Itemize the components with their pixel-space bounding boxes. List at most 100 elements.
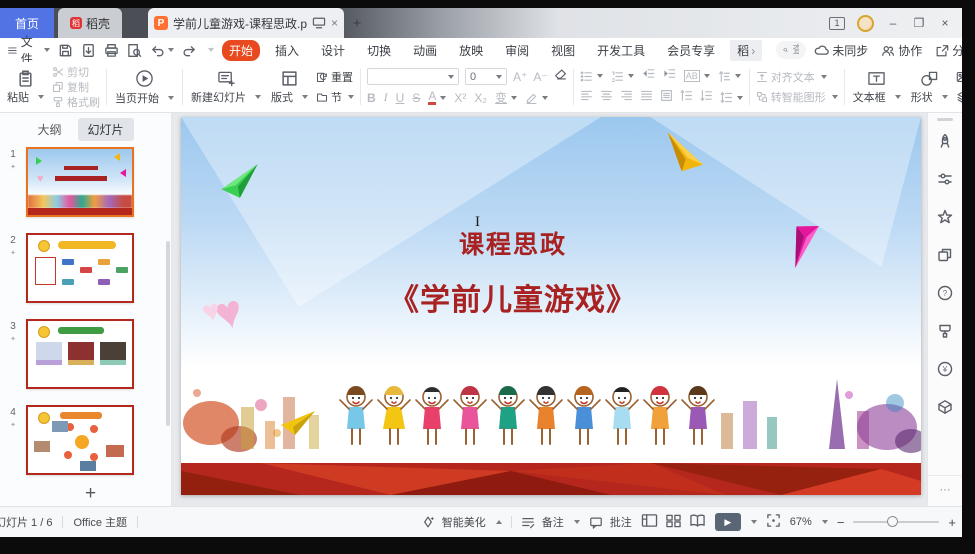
line-spacing-button[interactable] <box>720 91 743 104</box>
command-search-box[interactable] <box>776 41 806 59</box>
new-slide-button[interactable]: 新建幻灯片 <box>186 64 266 110</box>
align-left-button[interactable] <box>580 89 593 107</box>
current-slide[interactable]: ♥♥ 课程思政 《学前儿童游戏》 I <box>181 117 921 495</box>
increase-indent-button[interactable] <box>663 67 676 85</box>
slide-thumbnail-4[interactable] <box>26 405 134 475</box>
paint-tools-icon[interactable] <box>937 323 953 344</box>
zoom-out-button[interactable]: − <box>837 515 845 530</box>
export-pdf-button[interactable] <box>81 43 96 58</box>
restore-button[interactable]: ❐ <box>912 16 926 30</box>
font-size-select[interactable]: 0 <box>465 68 507 85</box>
text-box-button[interactable]: 文本框 <box>848 64 906 110</box>
section-button[interactable]: 节 <box>316 90 354 105</box>
spacing-up-button[interactable] <box>680 89 693 107</box>
align-right-button[interactable] <box>620 89 633 107</box>
redo-button[interactable] <box>182 44 197 57</box>
print-button[interactable] <box>104 43 119 58</box>
minimize-button[interactable]: – <box>886 16 900 30</box>
zoom-level-select[interactable]: 67% <box>790 516 828 528</box>
help-icon[interactable]: ? <box>937 285 953 306</box>
view-reading-icon[interactable] <box>689 513 706 531</box>
ribbon-tab-design[interactable]: 设计 <box>314 40 352 61</box>
decrease-indent-button[interactable] <box>642 67 655 85</box>
superscript-button[interactable]: X² <box>454 91 466 105</box>
clear-format-button[interactable] <box>554 68 567 86</box>
paste-button[interactable]: 粘贴 <box>2 64 49 110</box>
collaborate-button[interactable]: 协作 <box>881 42 922 59</box>
print-preview-button[interactable] <box>127 43 142 58</box>
slide-title-text[interactable]: 课程思政 <box>181 225 845 261</box>
reset-slide-button[interactable]: 重置 <box>316 69 354 84</box>
search-input[interactable] <box>792 44 799 56</box>
close-tab-icon[interactable]: × <box>331 16 338 30</box>
convert-smart-graphic-button[interactable]: 转智能图形 <box>756 90 838 105</box>
copy-button[interactable]: 复制 <box>52 80 100 95</box>
ribbon-tab-animation[interactable]: 动画 <box>406 40 444 61</box>
sort-text-button[interactable] <box>718 70 741 83</box>
play-from-current-button[interactable]: 当页开始 <box>110 64 179 110</box>
slide-thumbnail-3[interactable] <box>26 319 134 389</box>
ribbon-tab-review[interactable]: 审阅 <box>498 40 536 61</box>
properties-sliders-icon[interactable] <box>937 171 953 192</box>
slideshow-play-button[interactable]: ▶ <box>715 513 757 531</box>
slide-layout-button[interactable]: 版式 <box>266 64 313 110</box>
undo-button[interactable] <box>150 44 174 57</box>
numbered-list-button[interactable] <box>611 70 634 83</box>
char-format-button[interactable]: 变 <box>495 89 517 106</box>
share-button[interactable]: 分享 <box>935 42 962 59</box>
zoom-slider-knob[interactable] <box>887 516 898 527</box>
highlight-pen-button[interactable] <box>525 92 548 104</box>
ribbon-tab-member[interactable]: 会员专享 <box>660 40 722 61</box>
user-avatar[interactable] <box>857 15 874 32</box>
italic-button[interactable]: I <box>384 90 388 105</box>
ribbon-tab-view[interactable]: 视图 <box>544 40 582 61</box>
slide-subtitle-text[interactable]: 《学前儿童游戏》 <box>181 275 845 319</box>
toolbar-options-caret[interactable] <box>208 48 214 52</box>
notes-button[interactable]: 备注 <box>521 514 580 530</box>
zoom-slider[interactable] <box>853 521 939 523</box>
font-family-select[interactable] <box>367 68 459 85</box>
tab-outline[interactable]: 大纲 <box>37 121 61 138</box>
spacing-down-button[interactable] <box>700 89 713 107</box>
panel-more-button[interactable]: ··· <box>928 475 962 496</box>
close-window-button[interactable]: × <box>938 16 952 30</box>
share-screen-icon[interactable] <box>312 17 326 29</box>
fit-slide-icon[interactable] <box>766 513 781 531</box>
smart-beautify-button[interactable]: 智能美化 <box>421 514 502 530</box>
decrease-font-button[interactable]: A⁻ <box>533 70 547 84</box>
3d-model-icon[interactable] <box>937 399 953 420</box>
align-center-button[interactable] <box>600 89 613 107</box>
subscript-button[interactable]: X₂ <box>474 91 487 105</box>
slide-thumbnail-2[interactable] <box>26 233 134 303</box>
zoom-in-button[interactable]: + <box>948 515 956 530</box>
duplicate-layers-icon[interactable] <box>937 247 953 268</box>
ribbon-tab-home[interactable]: 开始 <box>222 40 260 61</box>
coin-rewards-icon[interactable]: ¥ <box>937 361 953 382</box>
ribbon-tab-slideshow[interactable]: 放映 <box>452 40 490 61</box>
align-text-button[interactable]: 对齐文本 <box>756 69 838 84</box>
font-color-button[interactable]: A <box>428 91 446 105</box>
comments-button[interactable]: 批注 <box>589 514 632 530</box>
panel-drag-handle[interactable] <box>937 118 953 121</box>
ribbon-tab-devtools[interactable]: 开发工具 <box>590 40 652 61</box>
ribbon-tab-docer-resource[interactable]: 稻› <box>730 40 762 61</box>
tab-docer[interactable]: 稻 稻壳 <box>58 8 122 38</box>
underline-button[interactable]: U <box>396 91 405 105</box>
strikethrough-button[interactable]: S <box>412 91 420 105</box>
view-normal-icon[interactable] <box>641 513 658 531</box>
editing-canvas[interactable]: ♥♥ 课程思政 《学前儿童游戏》 I <box>172 113 927 506</box>
bullet-list-button[interactable] <box>580 70 603 83</box>
sidebar-scrollbar[interactable] <box>166 241 170 426</box>
ribbon-tab-transition[interactable]: 切换 <box>360 40 398 61</box>
save-button[interactable] <box>58 43 73 58</box>
window-switcher-icon[interactable]: 1 <box>829 17 845 30</box>
format-painter-button[interactable]: 格式刷 <box>52 95 100 110</box>
tab-document[interactable]: P 学前儿童游戏-课程思政.pptx × <box>148 8 344 38</box>
increase-font-button[interactable]: A⁺ <box>513 70 527 84</box>
view-slide-sorter-icon[interactable] <box>665 513 682 531</box>
effects-star-icon[interactable] <box>937 209 953 230</box>
shape-button[interactable]: 形状 <box>906 64 953 110</box>
cut-button[interactable]: 剪切 <box>52 64 100 79</box>
justify-button[interactable] <box>640 89 653 107</box>
add-slide-button[interactable]: + <box>0 475 171 505</box>
